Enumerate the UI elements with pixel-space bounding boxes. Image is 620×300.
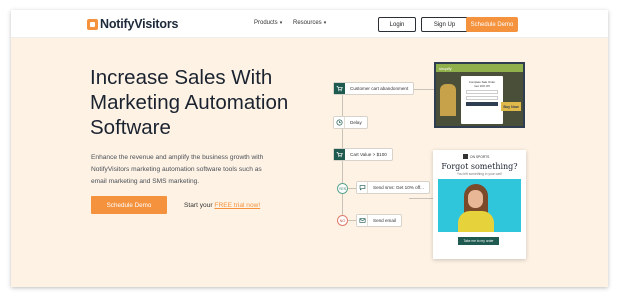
email-title: Forgot something? bbox=[441, 162, 518, 171]
email-brand: ON SPORTS bbox=[463, 154, 489, 159]
hero-desc-line: Enhance the revenue and amplify the busi… bbox=[91, 154, 264, 161]
shop-popup: Complete Sale Order Get 10% Off bbox=[461, 76, 503, 124]
popup-field bbox=[466, 90, 498, 94]
cart-icon bbox=[334, 83, 345, 94]
nav-products[interactable]: Products ▾ bbox=[254, 20, 282, 26]
model-body bbox=[458, 211, 494, 232]
email-brand-name: ON SPORTS bbox=[470, 154, 490, 159]
free-trial-link[interactable]: FREE trial now! bbox=[214, 202, 260, 209]
popup-line: Get 10% Off bbox=[474, 83, 490, 88]
popup-submit bbox=[466, 102, 498, 106]
trial-prefix: Start your bbox=[184, 202, 215, 209]
workflow-connector bbox=[348, 188, 356, 189]
yes-branch-badge: YES bbox=[337, 183, 348, 194]
nav-resources-label: Resources bbox=[293, 20, 322, 26]
email-preview: ON SPORTS Forgot something? You left som… bbox=[433, 150, 526, 259]
hero-title-line: Software bbox=[90, 116, 171, 139]
free-trial-text: Start your FREE trial now! bbox=[184, 202, 260, 209]
shop-header: shopify bbox=[436, 64, 523, 72]
signup-button[interactable]: Sign Up bbox=[421, 17, 468, 32]
email-cta: Take me to my order bbox=[458, 237, 499, 245]
hero-title-line: Marketing Automation bbox=[90, 91, 289, 114]
nav-resources[interactable]: Resources ▾ bbox=[293, 20, 326, 26]
workflow-step-send-email[interactable]: Send email bbox=[356, 214, 402, 227]
nav-schedule-demo-button[interactable]: Schedule Demo bbox=[466, 17, 518, 32]
workflow-connector bbox=[348, 220, 356, 221]
brand-logo[interactable]: NotifyVisitors bbox=[87, 17, 178, 31]
shop-brand: shopify bbox=[439, 65, 452, 71]
hero-desc-line: NotifyVisitors marketing automation soft… bbox=[91, 166, 262, 173]
hero-title-line: Increase Sales With bbox=[90, 66, 273, 89]
email-subtitle: You left something in your cart! bbox=[456, 172, 503, 176]
chevron-down-icon: ▾ bbox=[323, 20, 327, 26]
workflow-step-cart-value[interactable]: Cart Value > $100 bbox=[333, 148, 393, 161]
workflow-step-label: Delay bbox=[350, 120, 362, 125]
hero-desc-line: email marketing and SMS marketing. bbox=[91, 178, 200, 185]
shop-model-image bbox=[440, 84, 456, 116]
email-hero-image bbox=[438, 179, 521, 232]
workflow-step-cart-abandonment[interactable]: Customer cart abandonment bbox=[333, 82, 415, 95]
model-face bbox=[468, 190, 483, 208]
workflow-connector bbox=[409, 198, 433, 199]
workflow-step-delay[interactable]: Delay bbox=[333, 116, 368, 129]
workflow-step-label: Cart Value > $100 bbox=[350, 152, 387, 157]
shop-buy-now: Buy Now bbox=[501, 102, 521, 111]
hero-description: Enhance the revenue and amplify the busi… bbox=[91, 152, 306, 188]
login-button[interactable]: Login bbox=[378, 17, 416, 32]
mail-icon bbox=[357, 215, 368, 226]
browser-frame: NotifyVisitors Products ▾ Resources ▾ Logi… bbox=[11, 10, 608, 287]
workflow-step-label: Customer cart abandonment bbox=[350, 86, 409, 91]
cart-icon bbox=[334, 149, 345, 160]
popup-field bbox=[466, 96, 498, 100]
logo-icon bbox=[87, 18, 98, 30]
brand-logo-icon bbox=[463, 154, 468, 159]
shop-popup-preview: shopify Complete Sale Order Get 10% Off … bbox=[434, 62, 525, 128]
chat-icon bbox=[357, 182, 368, 193]
workflow-step-send-sms[interactable]: Send sms: Get 10% off... bbox=[356, 181, 430, 194]
hero-title: Increase Sales With Marketing Automation… bbox=[90, 65, 330, 140]
brand-name: NotifyVisitors bbox=[100, 17, 179, 31]
hero-schedule-demo-button[interactable]: Schedule Demo bbox=[91, 196, 167, 214]
nav-products-label: Products bbox=[254, 20, 278, 26]
no-branch-badge: NO bbox=[337, 215, 348, 226]
chevron-down-icon: ▾ bbox=[279, 20, 283, 26]
clock-icon bbox=[334, 117, 345, 128]
workflow-step-label: Send email bbox=[373, 218, 396, 223]
top-nav: NotifyVisitors Products ▾ Resources ▾ Logi… bbox=[11, 10, 608, 38]
workflow-step-label: Send sms: Get 10% off... bbox=[373, 185, 424, 190]
